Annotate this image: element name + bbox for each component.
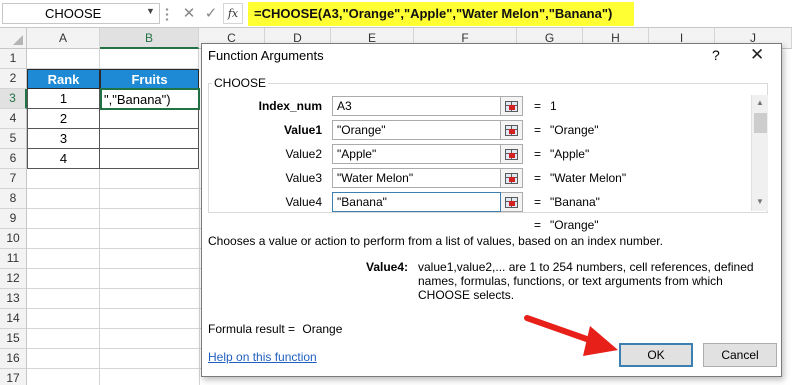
row-header-12[interactable]: 12	[0, 269, 27, 289]
value4-description: value1,value2,... are 1 to 254 numbers, …	[418, 260, 754, 302]
cell-a5[interactable]: 3	[27, 129, 100, 149]
row-header-13[interactable]: 13	[0, 289, 27, 309]
select-all-corner[interactable]	[0, 28, 27, 49]
arg-label-value4: Value4	[285, 195, 322, 209]
range-picker-icon[interactable]	[501, 120, 523, 140]
cancel-button[interactable]: Cancel	[703, 343, 777, 367]
arg-equals: =	[534, 195, 542, 209]
cell-b2-fruits-header[interactable]: Fruits	[100, 69, 199, 89]
arg-input-value1[interactable]: "Orange"	[332, 120, 501, 140]
arg-equals: =	[534, 123, 542, 137]
row-header-7[interactable]: 7	[0, 169, 27, 189]
arguments-scrollbar[interactable]: ▲ ▼	[751, 95, 768, 211]
range-picker-icon[interactable]	[501, 192, 523, 212]
row-header-5[interactable]: 5	[0, 129, 27, 149]
row-header-1[interactable]: 1	[0, 49, 27, 69]
ok-button[interactable]: OK	[619, 343, 693, 367]
row-header-9[interactable]: 9	[0, 209, 27, 229]
arg-label-value1: Value1	[283, 123, 322, 137]
row-header-15[interactable]: 15	[0, 329, 27, 349]
help-link[interactable]: Help on this function	[208, 350, 317, 364]
row-header-2[interactable]: 2	[0, 69, 27, 89]
arg-label-value3: Value3	[285, 171, 322, 185]
arg-result-index-num: 1	[550, 99, 557, 113]
range-picker-icon[interactable]	[501, 144, 523, 164]
name-box-dropdown-icon[interactable]: ▼	[146, 6, 155, 16]
confirm-entry-icon[interactable]: ✓	[202, 4, 220, 24]
dialog-title: Function Arguments	[208, 48, 324, 63]
arg-equals: =	[534, 147, 542, 161]
formula-result-label: Formula result =	[208, 322, 296, 336]
arg-result-value3: "Water Melon"	[550, 171, 627, 185]
arg-input-value2[interactable]: "Apple"	[332, 144, 501, 164]
cell-b5[interactable]	[100, 129, 199, 149]
cell-a4[interactable]: 2	[27, 109, 100, 129]
row-header-3[interactable]: 3	[0, 89, 27, 109]
range-picker-icon[interactable]	[501, 168, 523, 188]
cell-b6[interactable]	[100, 149, 199, 169]
row-header-10[interactable]: 10	[0, 229, 27, 249]
formula-result: Formula result = Orange	[208, 322, 342, 336]
arg-equals: =	[534, 171, 542, 185]
row-header-17[interactable]: 17	[0, 369, 27, 385]
function-description: Chooses a value or action to perform fro…	[208, 234, 663, 248]
formula-bar-grip-icon	[164, 7, 170, 21]
name-box-value: CHOOSE	[45, 6, 102, 21]
column-header-a[interactable]: A	[27, 28, 100, 49]
row-header-14[interactable]: 14	[0, 309, 27, 329]
excel-window: CHOOSE ▼ ✕ ✓ fx =CHOOSE(A3,"Orange","App…	[0, 0, 792, 385]
arg-result-value2: "Apple"	[550, 147, 590, 161]
function-arguments-dialog: Function Arguments ? ✕ CHOOSE Index_num …	[201, 43, 782, 377]
cell-a6[interactable]: 4	[27, 149, 100, 169]
arg-input-value3[interactable]: "Water Melon"	[332, 168, 501, 188]
cell-b4[interactable]	[100, 109, 199, 129]
help-icon[interactable]: ?	[712, 47, 720, 63]
cancel-entry-icon[interactable]: ✕	[180, 4, 198, 24]
scroll-up-icon[interactable]: ▲	[756, 98, 764, 107]
empty-grid-area	[27, 169, 201, 385]
scrollbar-thumb[interactable]	[754, 113, 767, 133]
cell-a2-rank-header[interactable]: Rank	[27, 69, 100, 89]
range-picker-icon[interactable]	[501, 96, 523, 116]
row-header-11[interactable]: 11	[0, 249, 27, 269]
arg-input-value4[interactable]: "Banana"	[332, 192, 501, 212]
arg-result-value4: "Banana"	[550, 195, 600, 209]
arg-input-index-num[interactable]: A3	[332, 96, 501, 116]
cell-a3[interactable]: 1	[27, 89, 100, 109]
cell-b3-active[interactable]: ","Banana")	[100, 88, 200, 110]
insert-function-icon[interactable]: fx	[223, 3, 243, 24]
scroll-down-icon[interactable]: ▼	[756, 197, 764, 206]
arg-equals: =	[534, 99, 542, 113]
name-box[interactable]: CHOOSE	[2, 3, 160, 24]
arg-label-index-num: Index_num	[258, 99, 322, 113]
overall-equals: =	[534, 218, 542, 232]
value4-label: Value4:	[366, 260, 409, 274]
row-header-8[interactable]: 8	[0, 189, 27, 209]
overall-result: "Orange"	[550, 218, 599, 232]
row-header-4[interactable]: 4	[0, 109, 27, 129]
column-header-b[interactable]: B	[100, 28, 199, 49]
formula-result-value: Orange	[302, 322, 343, 336]
arg-label-value2: Value2	[285, 147, 322, 161]
function-name: CHOOSE	[212, 76, 269, 90]
formula-bar: CHOOSE ▼ ✕ ✓ fx =CHOOSE(A3,"Orange","App…	[0, 0, 792, 28]
cell-b1[interactable]	[100, 49, 199, 69]
close-icon[interactable]: ✕	[750, 45, 764, 65]
row-header-6[interactable]: 6	[0, 149, 27, 169]
cell-a1[interactable]	[27, 49, 100, 69]
formula-input[interactable]: =CHOOSE(A3,"Orange","Apple","Water Melon…	[248, 2, 634, 26]
arg-result-value1: "Orange"	[550, 123, 599, 137]
row-header-16[interactable]: 16	[0, 349, 27, 369]
